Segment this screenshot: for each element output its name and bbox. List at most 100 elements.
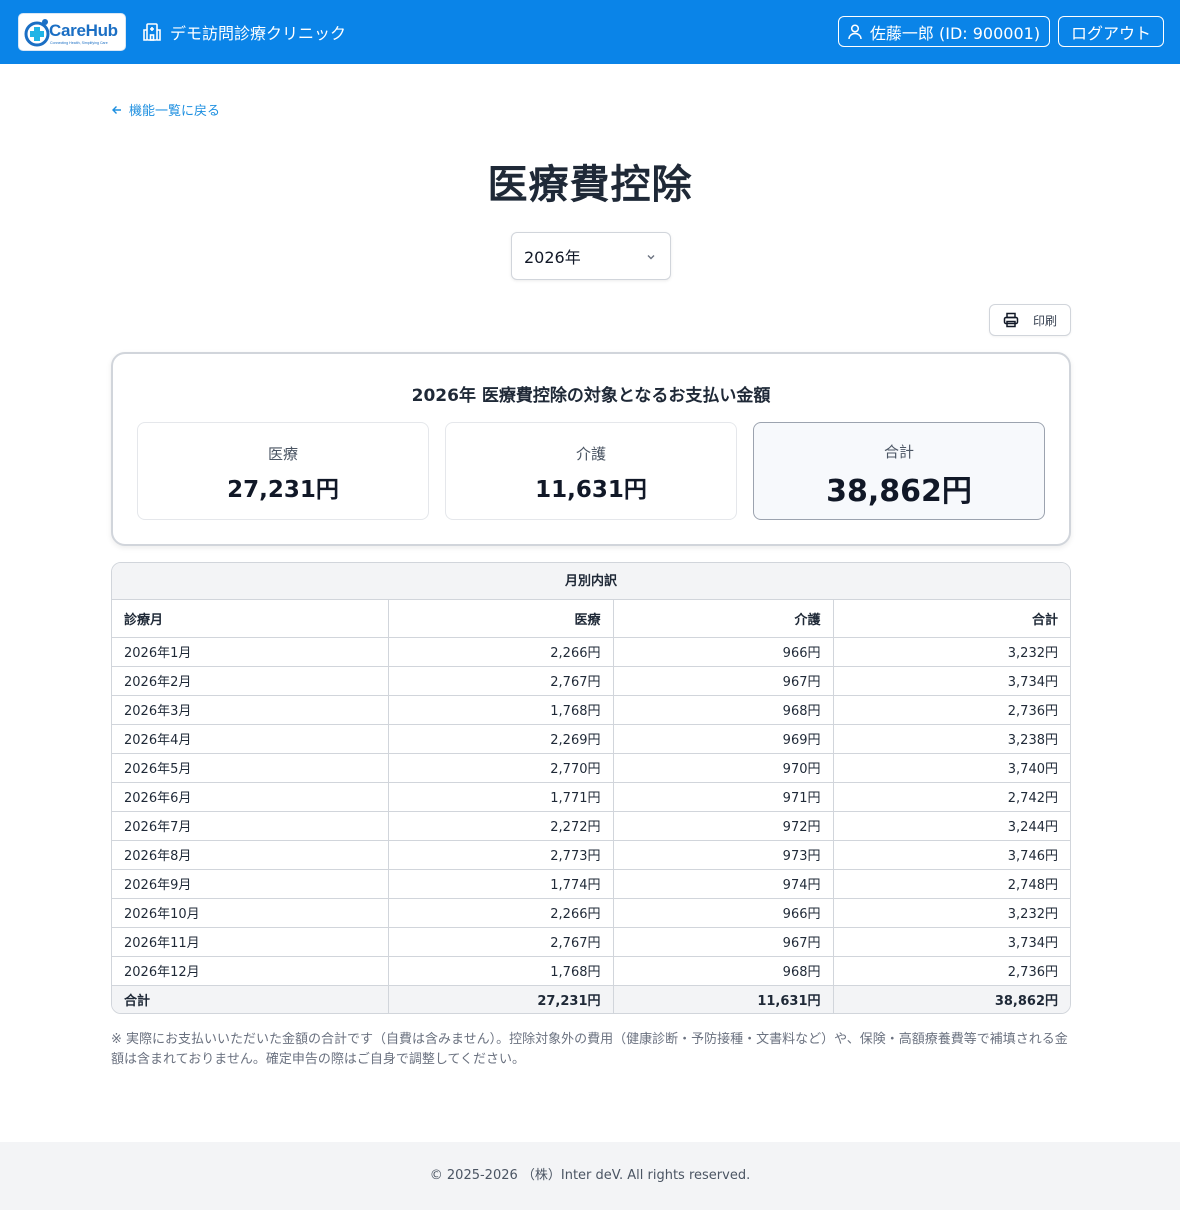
- total-row-medical: 27,231円: [388, 985, 614, 1013]
- grand-total-card: 合計 38,862円: [753, 422, 1045, 520]
- cell-medical: 2,767円: [388, 666, 614, 696]
- medical-value: 27,231円: [227, 477, 339, 503]
- breakdown-table: 診療月 医療 介護 合計 2026年1月 2,266円 966円 3,232円 202…: [112, 600, 1070, 1013]
- cell-month: 2026年10月: [112, 898, 389, 928]
- cell-total: 3,232円: [833, 637, 1070, 667]
- cell-medical: 2,266円: [388, 637, 614, 667]
- total-row-label: 合計: [112, 985, 389, 1013]
- cell-care: 966円: [613, 637, 834, 667]
- table-row: 2026年3月 1,768円 968円 2,736円: [112, 695, 1070, 725]
- monthly-breakdown-table: 月別内訳 診療月 医療 介護 合計 2026年1月 2,266円 966円 3,232…: [111, 562, 1071, 1014]
- cell-month: 2026年6月: [112, 782, 389, 812]
- cell-medical: 1,768円: [388, 695, 614, 725]
- cell-medical: 2,767円: [388, 927, 614, 957]
- carehub-logo[interactable]: CareHub Connecting Health, Simplifying C…: [18, 13, 126, 51]
- year-select[interactable]: 2026年: [511, 232, 671, 280]
- cell-medical: 2,773円: [388, 840, 614, 870]
- cell-medical: 1,768円: [388, 956, 614, 986]
- cell-medical: 2,269円: [388, 724, 614, 754]
- hospital-icon: [143, 23, 161, 41]
- cell-total: 3,734円: [833, 927, 1070, 957]
- cell-month: 2026年8月: [112, 840, 389, 870]
- clinic-name-label: デモ訪問診療クリニック: [170, 24, 347, 43]
- cell-total: 2,748円: [833, 869, 1070, 899]
- cell-total: 3,740円: [833, 753, 1070, 783]
- cell-total: 3,238円: [833, 724, 1070, 754]
- cell-medical: 2,770円: [388, 753, 614, 783]
- total-row-total: 38,862円: [833, 985, 1070, 1013]
- table-row: 2026年1月 2,266円 966円 3,232円: [112, 637, 1070, 667]
- care-label: 介護: [575, 445, 606, 463]
- back-to-menu-link[interactable]: 機能一覧に戻る: [111, 100, 220, 119]
- logout-button[interactable]: ログアウト: [1058, 16, 1164, 47]
- cell-total: 2,742円: [833, 782, 1070, 812]
- chevron-down-icon: [647, 255, 655, 260]
- table-header-row: 診療月 医療 介護 合計: [112, 600, 1070, 638]
- care-total-card: 介護 11,631円: [445, 422, 737, 520]
- table-row: 2026年9月 1,774円 974円 2,748円: [112, 869, 1070, 899]
- table-row: 2026年10月 2,266円 966円 3,232円: [112, 898, 1070, 928]
- printer-icon: [1003, 312, 1019, 328]
- column-header-month: 診療月: [112, 600, 389, 638]
- page-footer: © 2025-2026 （株）Inter deV. All rights res…: [0, 1142, 1180, 1210]
- cell-month: 2026年5月: [112, 753, 389, 783]
- cell-total: 3,244円: [833, 811, 1070, 841]
- cell-total: 3,734円: [833, 666, 1070, 696]
- total-row-care: 11,631円: [613, 985, 834, 1013]
- cell-care: 970円: [613, 753, 834, 783]
- summary-title: 2026年 医療費控除の対象となるお支払い金額: [411, 386, 771, 406]
- table-row: 2026年11月 2,767円 967円 3,734円: [112, 927, 1070, 957]
- disclaimer-note: ※ 実際にお支払いいただいた金額の合計です（自費は含みません）。控除対象外の費用…: [111, 1032, 1068, 1067]
- cell-care: 972円: [613, 811, 834, 841]
- table-row: 2026年2月 2,767円 967円 3,734円: [112, 666, 1070, 696]
- print-button[interactable]: 印刷: [989, 304, 1071, 336]
- table-total-row: 合計 27,231円 11,631円 38,862円: [112, 985, 1070, 1013]
- cell-month: 2026年7月: [112, 811, 389, 841]
- cell-month: 2026年2月: [112, 666, 389, 696]
- cell-care: 968円: [613, 956, 834, 986]
- cell-medical: 2,266円: [388, 898, 614, 928]
- grand-total-value: 38,862円: [826, 474, 972, 509]
- print-button-label: 印刷: [1032, 313, 1057, 328]
- table-row: 2026年6月 1,771円 971円 2,742円: [112, 782, 1070, 812]
- user-profile-button[interactable]: 佐藤一郎 (ID: 900001): [838, 16, 1050, 47]
- cell-care: 967円: [613, 666, 834, 696]
- column-header-total: 合計: [833, 600, 1070, 638]
- cell-care: 973円: [613, 840, 834, 870]
- arrow-left-icon: [112, 105, 121, 114]
- cell-care: 966円: [613, 898, 834, 928]
- table-caption: 月別内訳: [112, 563, 1070, 600]
- back-link-label: 機能一覧に戻る: [129, 104, 221, 119]
- column-header-medical: 医療: [388, 600, 614, 638]
- table-row: 2026年5月 2,770円 970円 3,740円: [112, 753, 1070, 783]
- cell-medical: 1,774円: [388, 869, 614, 899]
- page-title: 医療費控除: [487, 162, 693, 208]
- care-value: 11,631円: [535, 477, 647, 503]
- cell-care: 968円: [613, 695, 834, 725]
- cell-month: 2026年11月: [112, 927, 389, 957]
- column-header-care: 介護: [613, 600, 834, 638]
- medical-label: 医療: [267, 445, 298, 463]
- medical-total-card: 医療 27,231円: [137, 422, 429, 520]
- logo-text: CareHub: [49, 21, 118, 40]
- cell-total: 3,232円: [833, 898, 1070, 928]
- table-row: 2026年12月 1,768円 968円 2,736円: [112, 956, 1070, 986]
- cell-month: 2026年9月: [112, 869, 389, 899]
- table-row: 2026年8月 2,773円 973円 3,746円: [112, 840, 1070, 870]
- app-header: CareHub Connecting Health, Simplifying C…: [0, 0, 1180, 64]
- cell-care: 969円: [613, 724, 834, 754]
- cell-total: 2,736円: [833, 956, 1070, 986]
- user-icon: [848, 23, 862, 39]
- cell-total: 2,736円: [833, 695, 1070, 725]
- cell-month: 2026年1月: [112, 637, 389, 667]
- cell-month: 2026年4月: [112, 724, 389, 754]
- copyright-text: © 2025-2026 （株）Inter deV. All rights res…: [429, 1168, 751, 1183]
- cell-care: 967円: [613, 927, 834, 957]
- cell-month: 2026年3月: [112, 695, 389, 725]
- clinic-name: デモ訪問診療クリニック: [142, 20, 346, 44]
- table-row: 2026年4月 2,269円 969円 3,238円: [112, 724, 1070, 754]
- cell-care: 974円: [613, 869, 834, 899]
- year-select-value: 2026年: [524, 248, 581, 267]
- user-label: 佐藤一郎 (ID: 900001): [869, 23, 1041, 43]
- table-row: 2026年7月 2,272円 972円 3,244円: [112, 811, 1070, 841]
